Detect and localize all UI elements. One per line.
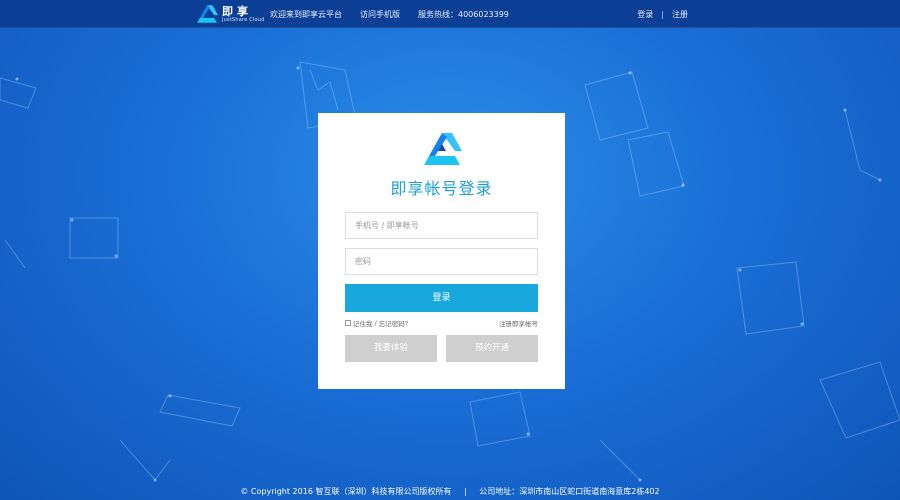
auth-separator: |	[661, 9, 664, 19]
copyright-text: © Copyright 2016 智互联（深圳）科技有限公司版权所有	[240, 487, 452, 496]
mobile-version-link[interactable]: 访问手机版	[360, 9, 400, 20]
login-button[interactable]: 登录	[345, 284, 538, 312]
remember-checkbox[interactable]	[345, 320, 351, 326]
remember-group: 记住我 / 忘记密码？	[345, 318, 411, 328]
forgot-password-link[interactable]: 忘记密码？	[379, 318, 412, 328]
top-links: 欢迎来到即享云平台 访问手机版 服务热线：4006023399	[270, 0, 509, 28]
service-hotline: 服务热线：4006023399	[418, 9, 509, 19]
welcome-text: 欢迎来到即享云平台	[270, 9, 342, 19]
login-link[interactable]: 登录	[637, 9, 653, 20]
remember-row: 记住我 / 忘记密码？ 注册即享帐号	[345, 318, 538, 328]
brand-logo-icon	[197, 5, 218, 23]
company-address: 公司地址：深圳市南山区蛇口街道南海意库2栋402	[479, 487, 660, 496]
login-card: 即享帐号登录 手机号 / 即享帐号 密码 登录 记住我 / 忘记密码？ 注册即享…	[318, 113, 565, 389]
login-title: 即享帐号登录	[390, 179, 493, 198]
card-logo-icon	[424, 133, 462, 165]
register-account-link[interactable]: 注册即享帐号	[499, 318, 538, 328]
brand-subtitle: JustShare Cloud	[222, 16, 265, 23]
brand-name: 即享	[222, 4, 252, 18]
account-input[interactable]: 手机号 / 即享帐号	[345, 212, 538, 239]
reserve-button[interactable]: 预约开通	[446, 335, 538, 362]
remember-separator: /	[374, 319, 377, 327]
footer: © Copyright 2016 智互联（深圳）科技有限公司版权所有 | 公司地…	[0, 486, 900, 497]
remember-label[interactable]: 记住我	[353, 318, 373, 328]
brand-logo[interactable]: 即享 JustShare Cloud	[196, 3, 265, 25]
footer-separator: |	[464, 487, 467, 496]
top-navigation-bar: 即享 JustShare Cloud 欢迎来到即享云平台 访问手机版 服务热线：…	[0, 0, 900, 28]
password-input[interactable]: 密码	[345, 248, 538, 275]
trial-button[interactable]: 我要体验	[345, 335, 437, 362]
register-link[interactable]: 注册	[672, 9, 688, 20]
auth-links: 登录 | 注册	[637, 0, 688, 28]
